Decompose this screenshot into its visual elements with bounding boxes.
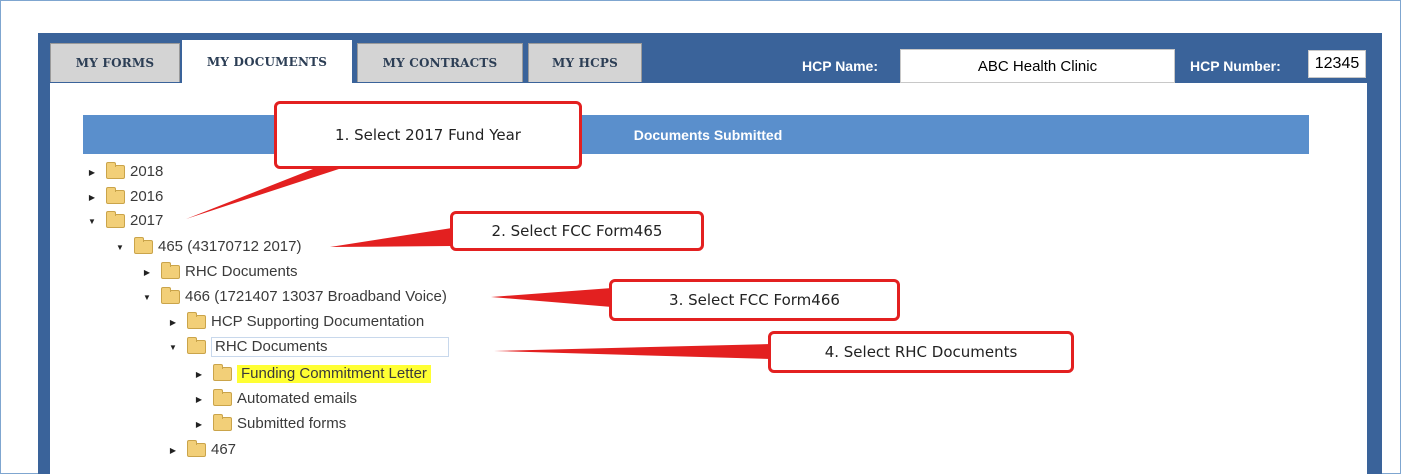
arrow-3 — [491, 288, 612, 307]
arrow-2 — [330, 228, 452, 247]
arrow-1 — [186, 167, 345, 219]
callout-select-fcc-form465: 2. Select FCC Form465 — [450, 211, 704, 251]
arrow-4 — [494, 344, 771, 359]
callout-select-rhc-documents: 4. Select RHC Documents — [768, 331, 1074, 373]
callout-select-2017-fund-year: 1. Select 2017 Fund Year — [274, 101, 582, 169]
callout-select-fcc-form466: 3. Select FCC Form466 — [609, 279, 900, 321]
